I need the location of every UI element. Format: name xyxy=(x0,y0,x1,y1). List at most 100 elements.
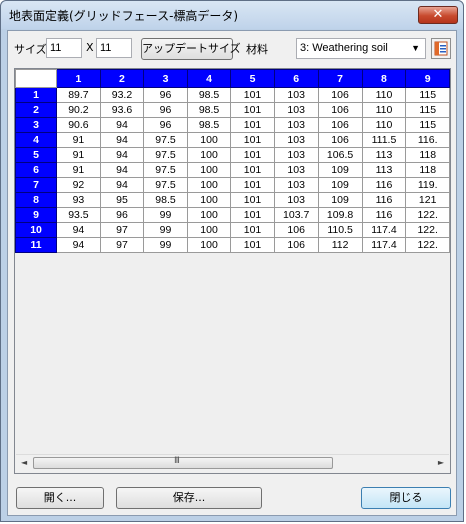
elevation-cell[interactable]: 122. xyxy=(405,222,450,238)
elevation-cell[interactable]: 90.6 xyxy=(56,117,101,133)
scroll-right-icon[interactable]: ► xyxy=(438,458,444,467)
size-y-input[interactable]: 11 xyxy=(96,38,132,58)
elevation-cell[interactable]: 101 xyxy=(230,177,275,193)
elevation-cell[interactable]: 118 xyxy=(405,162,450,178)
elevation-cell[interactable]: 98.5 xyxy=(186,102,232,118)
save-button[interactable]: 保存... xyxy=(116,487,262,509)
elevation-cell[interactable]: 115 xyxy=(405,117,450,133)
elevation-cell[interactable]: 110 xyxy=(361,87,407,103)
column-header[interactable]: 6 xyxy=(273,69,319,88)
elevation-cell[interactable]: 118 xyxy=(405,147,450,163)
elevation-cell[interactable]: 110 xyxy=(361,102,407,118)
row-header[interactable]: 8 xyxy=(15,192,58,208)
elevation-cell[interactable]: 98.5 xyxy=(143,192,188,208)
elevation-cell[interactable]: 103 xyxy=(273,132,319,148)
elevation-cell[interactable]: 110 xyxy=(361,117,407,133)
elevation-cell[interactable]: 110.5 xyxy=(317,222,363,238)
column-header[interactable]: 3 xyxy=(143,69,188,88)
row-header[interactable]: 5 xyxy=(15,147,58,163)
elevation-cell[interactable]: 97 xyxy=(99,222,145,238)
elevation-cell[interactable]: 109 xyxy=(317,192,363,208)
elevation-cell[interactable]: 106 xyxy=(317,132,363,148)
elevation-cell[interactable]: 101 xyxy=(230,117,275,133)
close-button[interactable]: 閉じる xyxy=(361,487,451,509)
column-header[interactable]: 9 xyxy=(405,69,450,88)
elevation-cell[interactable]: 109 xyxy=(317,177,363,193)
elevation-cell[interactable]: 106.5 xyxy=(317,147,363,163)
elevation-cell[interactable]: 91 xyxy=(56,147,101,163)
elevation-cell[interactable]: 115 xyxy=(405,102,450,118)
row-header[interactable]: 2 xyxy=(15,102,58,118)
elevation-cell[interactable]: 101 xyxy=(230,192,275,208)
elevation-cell[interactable]: 103.7 xyxy=(273,207,319,223)
elevation-cell[interactable]: 122. xyxy=(405,207,450,223)
elevation-cell[interactable]: 97.5 xyxy=(143,132,188,148)
elevation-cell[interactable]: 109 xyxy=(317,162,363,178)
elevation-cell[interactable]: 103 xyxy=(273,87,319,103)
scroll-thumb[interactable]: III xyxy=(33,456,333,469)
elevation-cell[interactable]: 94 xyxy=(56,237,101,253)
elevation-cell[interactable]: 96 xyxy=(143,117,188,133)
elevation-cell[interactable]: 103 xyxy=(273,117,319,133)
elevation-cell[interactable]: 95 xyxy=(99,192,145,208)
elevation-cell[interactable]: 106 xyxy=(317,87,363,103)
row-header[interactable]: 6 xyxy=(15,162,58,178)
elevation-cell[interactable]: 101 xyxy=(230,207,275,223)
elevation-cell[interactable]: 106 xyxy=(317,117,363,133)
elevation-cell[interactable]: 101 xyxy=(230,102,275,118)
row-header[interactable]: 9 xyxy=(15,207,58,223)
elevation-cell[interactable]: 115 xyxy=(405,87,450,103)
elevation-cell[interactable]: 101 xyxy=(230,162,275,178)
elevation-cell[interactable]: 90.2 xyxy=(56,102,101,118)
elevation-cell[interactable]: 93 xyxy=(56,192,101,208)
elevation-cell[interactable]: 93.6 xyxy=(99,102,145,118)
elevation-cell[interactable]: 109.8 xyxy=(317,207,363,223)
elevation-cell[interactable]: 113 xyxy=(361,147,407,163)
elevation-cell[interactable]: 116. xyxy=(405,132,450,148)
material-library-button[interactable] xyxy=(431,38,451,59)
elevation-cell[interactable]: 100 xyxy=(186,222,232,238)
elevation-cell[interactable]: 99 xyxy=(143,237,188,253)
elevation-cell[interactable]: 96 xyxy=(143,87,188,103)
title-bar[interactable]: 地表面定義(グリッドフェース-標高データ) ✕ xyxy=(1,1,463,29)
elevation-cell[interactable]: 94 xyxy=(99,147,145,163)
row-header[interactable]: 3 xyxy=(15,117,58,133)
elevation-cell[interactable]: 96 xyxy=(143,102,188,118)
elevation-cell[interactable]: 98.5 xyxy=(186,87,232,103)
elevation-cell[interactable]: 97 xyxy=(99,237,145,253)
elevation-cell[interactable]: 97.5 xyxy=(143,147,188,163)
elevation-cell[interactable]: 106 xyxy=(273,237,319,253)
row-header[interactable]: 11 xyxy=(15,237,58,253)
elevation-cell[interactable]: 103 xyxy=(273,177,319,193)
elevation-cell[interactable]: 91 xyxy=(56,162,101,178)
elevation-cell[interactable]: 106 xyxy=(273,222,319,238)
elevation-cell[interactable]: 100 xyxy=(186,207,232,223)
elevation-cell[interactable]: 93.5 xyxy=(56,207,101,223)
elevation-cell[interactable]: 94 xyxy=(99,177,145,193)
size-x-input[interactable]: 11 xyxy=(46,38,82,58)
elevation-cell[interactable]: 101 xyxy=(230,132,275,148)
elevation-cell[interactable]: 100 xyxy=(186,192,232,208)
scroll-left-icon[interactable]: ◄ xyxy=(21,458,27,467)
update-size-button[interactable]: アップデートサイズ xyxy=(141,38,241,60)
elevation-cell[interactable]: 97.5 xyxy=(143,177,188,193)
elevation-cell[interactable]: 94 xyxy=(56,222,101,238)
material-select[interactable]: 3: Weathering soil ▼ xyxy=(296,38,426,59)
elevation-cell[interactable]: 91 xyxy=(56,132,101,148)
open-button[interactable]: 開く... xyxy=(16,487,104,509)
elevation-cell[interactable]: 103 xyxy=(273,192,319,208)
elevation-cell[interactable]: 116 xyxy=(361,177,407,193)
elevation-cell[interactable]: 100 xyxy=(186,177,232,193)
elevation-cell[interactable]: 121 xyxy=(405,192,450,208)
horizontal-scrollbar[interactable]: ◄ III ► xyxy=(16,454,449,472)
column-header[interactable]: 5 xyxy=(230,69,275,88)
elevation-cell[interactable]: 103 xyxy=(273,102,319,118)
elevation-cell[interactable]: 100 xyxy=(186,162,232,178)
elevation-cell[interactable]: 97.5 xyxy=(143,162,188,178)
column-header[interactable]: 8 xyxy=(361,69,407,88)
elevation-cell[interactable]: 112 xyxy=(317,237,363,253)
elevation-cell[interactable]: 113 xyxy=(361,162,407,178)
row-header[interactable]: 7 xyxy=(15,177,58,193)
elevation-cell[interactable]: 101 xyxy=(230,87,275,103)
elevation-cell[interactable]: 99 xyxy=(143,222,188,238)
